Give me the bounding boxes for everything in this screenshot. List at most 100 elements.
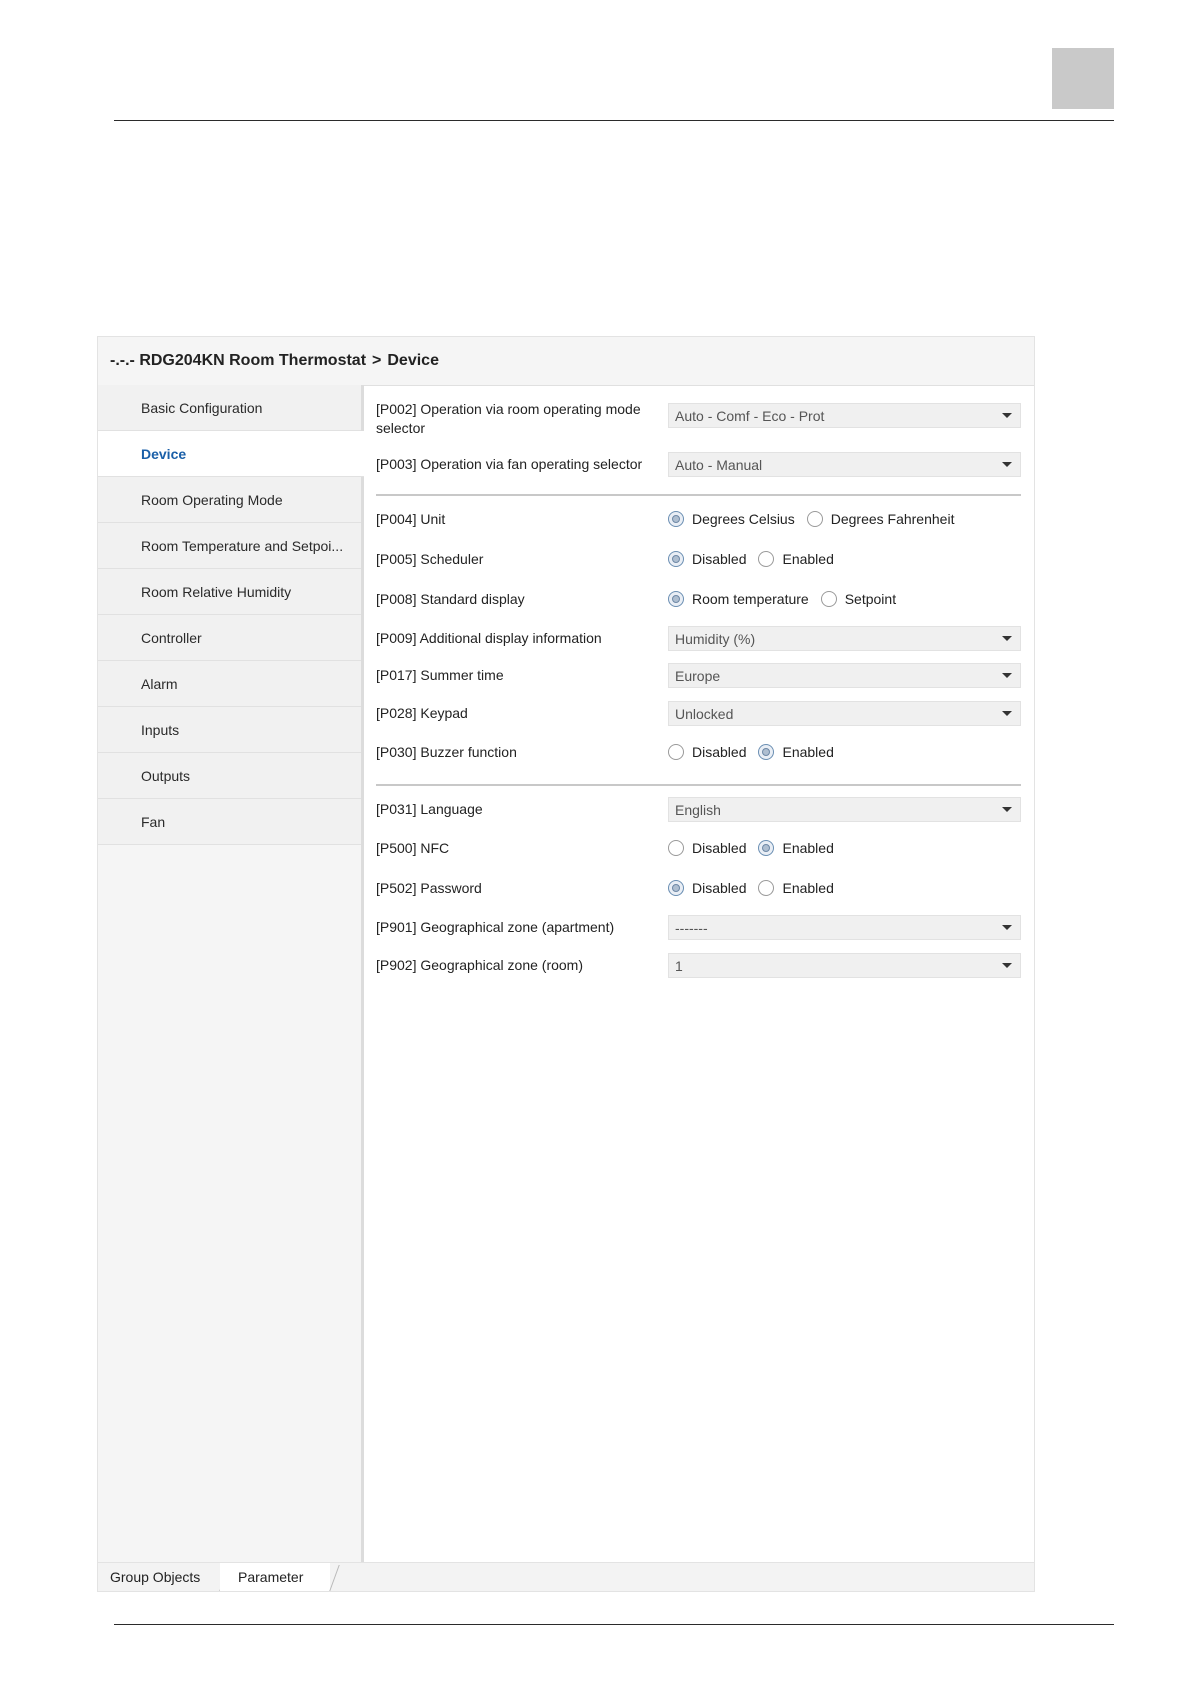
tab-separator bbox=[329, 1565, 340, 1591]
sidebar-item-basic-configuration[interactable]: Basic Configuration bbox=[98, 385, 361, 431]
radio-label: Enabled bbox=[782, 744, 834, 760]
sidebar-item-fan[interactable]: Fan bbox=[98, 799, 361, 845]
parameter-panel: [P002] Operation via room operating mode… bbox=[364, 385, 1034, 1563]
select-p901-geo-zone-apartment[interactable]: ------- bbox=[668, 915, 1021, 940]
sidebar-item-alarm[interactable]: Alarm bbox=[98, 661, 361, 707]
radio-group-p008-standard-display: Room temperature Setpoint bbox=[668, 588, 908, 610]
sidebar-item-room-temperature-setpoint[interactable]: Room Temperature and Setpoi... bbox=[98, 523, 361, 569]
radio-option-enabled[interactable]: Enabled bbox=[758, 551, 834, 567]
radio-selected-icon bbox=[668, 511, 684, 527]
sidebar-nav: Basic Configuration Device Room Operatin… bbox=[98, 385, 364, 1563]
select-p009-additional-display[interactable]: Humidity (%) bbox=[668, 626, 1021, 651]
page-corner-marker bbox=[1052, 48, 1114, 109]
param-label-p008: [P008] Standard display bbox=[376, 591, 525, 607]
select-p003-fan-operating[interactable]: Auto - Manual bbox=[668, 452, 1021, 477]
radio-group-p005-scheduler: Disabled Enabled bbox=[668, 548, 846, 570]
sidebar-item-controller[interactable]: Controller bbox=[98, 615, 361, 661]
footer-rule bbox=[114, 1624, 1114, 1625]
select-value: Humidity (%) bbox=[675, 630, 756, 647]
section-divider bbox=[376, 494, 1021, 496]
param-label-p003: [P003] Operation via fan operating selec… bbox=[376, 456, 643, 472]
radio-label: Disabled bbox=[692, 551, 747, 567]
radio-unselected-icon bbox=[758, 880, 775, 896]
sidebar-item-inputs[interactable]: Inputs bbox=[98, 707, 361, 753]
radio-option-degrees-fahrenheit[interactable]: Degrees Fahrenheit bbox=[806, 511, 955, 527]
radio-unselected-icon bbox=[820, 591, 837, 607]
param-label-p502: [P502] Password bbox=[376, 880, 482, 896]
param-label-p009: [P009] Additional display information bbox=[376, 630, 602, 646]
parameter-window: -.-.- RDG204KN Room Thermostat > Device … bbox=[97, 336, 1035, 1592]
radio-group-p500-nfc: Disabled Enabled bbox=[668, 837, 846, 859]
sidebar-item-room-operating-mode[interactable]: Room Operating Mode bbox=[98, 477, 361, 523]
radio-selected-icon bbox=[668, 880, 684, 896]
param-label-p005: [P005] Scheduler bbox=[376, 551, 484, 567]
select-p002-room-operating-mode[interactable]: Auto - Comf - Eco - Prot bbox=[668, 403, 1021, 428]
breadcrumb-device-name: -.-.- RDG204KN Room Thermostat bbox=[110, 352, 367, 369]
radio-option-disabled[interactable]: Disabled bbox=[668, 744, 746, 760]
radio-option-enabled[interactable]: Enabled bbox=[758, 880, 834, 896]
radio-option-degrees-celsius[interactable]: Degrees Celsius bbox=[668, 511, 795, 527]
sidebar-item-device[interactable]: Device bbox=[98, 431, 364, 477]
radio-option-disabled[interactable]: Disabled bbox=[668, 840, 746, 856]
radio-label: Disabled bbox=[692, 744, 747, 760]
radio-option-disabled[interactable]: Disabled bbox=[668, 551, 746, 567]
radio-label: Enabled bbox=[782, 551, 834, 567]
chevron-down-icon bbox=[1002, 462, 1012, 467]
radio-label: Disabled bbox=[692, 840, 747, 856]
radio-unselected-icon bbox=[758, 551, 775, 567]
param-label-p028: [P028] Keypad bbox=[376, 705, 468, 721]
radio-label: Degrees Celsius bbox=[692, 511, 795, 527]
breadcrumb: -.-.- RDG204KN Room Thermostat > Device bbox=[98, 337, 1034, 386]
select-value: Europe bbox=[675, 667, 721, 684]
param-label-p901: [P901] Geographical zone (apartment) bbox=[376, 919, 615, 935]
select-value: Auto - Manual bbox=[675, 456, 763, 473]
section-divider bbox=[376, 784, 1021, 786]
param-label-p030: [P030] Buzzer function bbox=[376, 744, 517, 760]
select-p017-summer-time[interactable]: Europe bbox=[668, 663, 1021, 688]
chevron-down-icon bbox=[1002, 925, 1012, 930]
chevron-down-icon bbox=[1002, 636, 1012, 641]
sidebar-item-room-relative-humidity[interactable]: Room Relative Humidity bbox=[98, 569, 361, 615]
radio-label: Disabled bbox=[692, 880, 747, 896]
param-label-p902: [P902] Geographical zone (room) bbox=[376, 957, 583, 973]
chevron-down-icon bbox=[1002, 807, 1012, 812]
select-p028-keypad[interactable]: Unlocked bbox=[668, 701, 1021, 726]
select-value: Unlocked bbox=[675, 705, 734, 722]
radio-selected-icon bbox=[758, 744, 775, 760]
radio-selected-icon bbox=[758, 840, 775, 856]
breadcrumb-separator: > bbox=[372, 352, 382, 369]
radio-label: Degrees Fahrenheit bbox=[830, 511, 955, 527]
breadcrumb-current-page: Device bbox=[387, 352, 439, 369]
radio-label: Room temperature bbox=[692, 591, 809, 607]
radio-unselected-icon bbox=[806, 511, 823, 527]
radio-group-p502-password: Disabled Enabled bbox=[668, 877, 846, 899]
radio-group-p004-unit: Degrees Celsius Degrees Fahrenheit bbox=[668, 508, 966, 530]
radio-option-enabled[interactable]: Enabled bbox=[758, 744, 834, 760]
chevron-down-icon bbox=[1002, 413, 1012, 418]
bottom-tab-bar: Group Objects Parameter bbox=[98, 1562, 1034, 1591]
select-value: 1 bbox=[675, 957, 683, 974]
radio-option-enabled[interactable]: Enabled bbox=[758, 840, 834, 856]
param-label-p031: [P031] Language bbox=[376, 801, 483, 817]
select-p031-language[interactable]: English bbox=[668, 797, 1021, 822]
select-value: ------- bbox=[675, 919, 708, 936]
tab-group-objects[interactable]: Group Objects bbox=[110, 1563, 200, 1591]
select-value: English bbox=[675, 801, 721, 818]
select-p902-geo-zone-room[interactable]: 1 bbox=[668, 953, 1021, 978]
param-label-p500: [P500] NFC bbox=[376, 840, 450, 856]
radio-group-p030-buzzer: Disabled Enabled bbox=[668, 741, 846, 763]
radio-selected-icon bbox=[668, 551, 684, 567]
param-label-p017: [P017] Summer time bbox=[376, 667, 504, 683]
header-rule bbox=[114, 120, 1114, 121]
radio-option-disabled[interactable]: Disabled bbox=[668, 880, 746, 896]
param-label-p002: [P002] Operation via room operating mode… bbox=[376, 401, 641, 436]
chevron-down-icon bbox=[1002, 673, 1012, 678]
chevron-down-icon bbox=[1002, 963, 1012, 968]
sidebar-item-outputs[interactable]: Outputs bbox=[98, 753, 361, 799]
radio-option-room-temperature[interactable]: Room temperature bbox=[668, 591, 809, 607]
select-value: Auto - Comf - Eco - Prot bbox=[675, 407, 825, 424]
radio-option-setpoint[interactable]: Setpoint bbox=[820, 591, 896, 607]
radio-unselected-icon bbox=[668, 840, 684, 856]
tab-parameter[interactable]: Parameter bbox=[220, 1563, 330, 1591]
radio-label: Enabled bbox=[782, 840, 834, 856]
